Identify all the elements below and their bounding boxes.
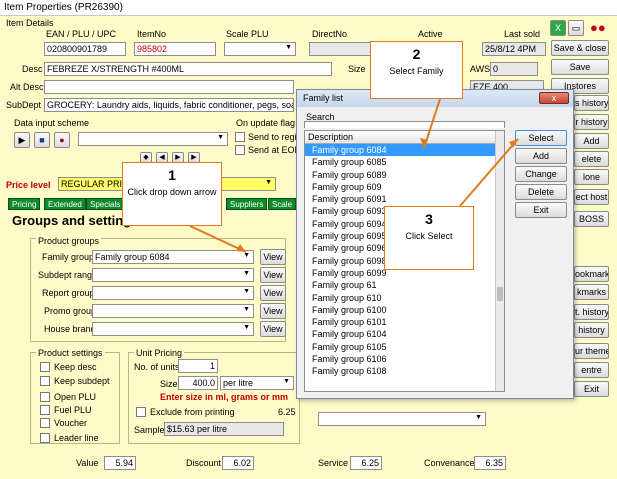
callout-arrows (189, 98, 519, 253)
arrow-1-line (189, 225, 247, 253)
arrow-3-line (459, 138, 519, 207)
